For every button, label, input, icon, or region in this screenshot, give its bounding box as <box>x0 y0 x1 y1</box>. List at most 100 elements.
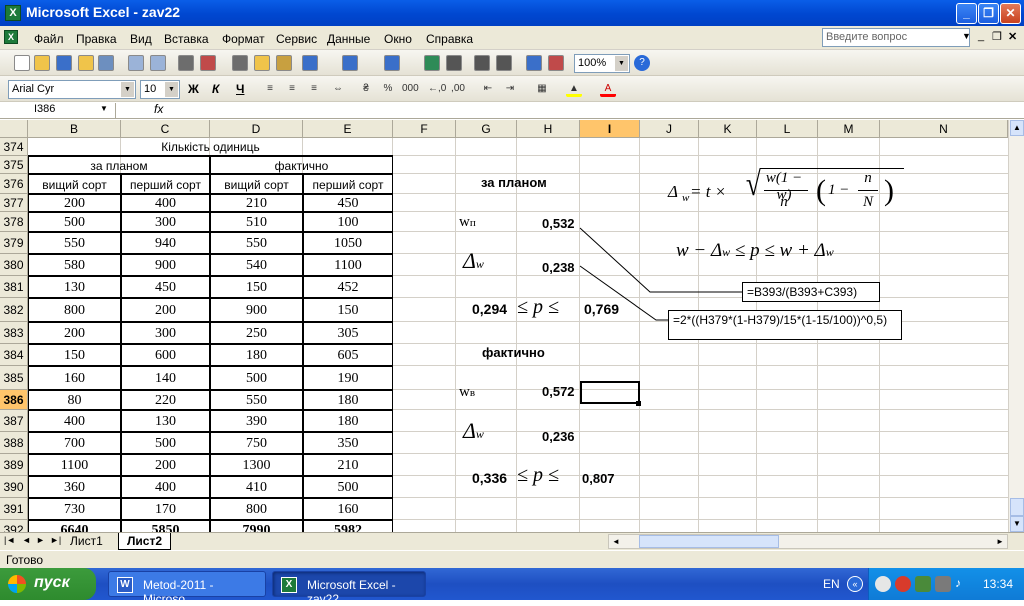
table-cell[interactable]: 220 <box>121 390 210 410</box>
minimize-button[interactable]: _ <box>956 3 977 24</box>
email-icon[interactable] <box>98 55 114 71</box>
table-cell[interactable]: 550 <box>28 232 121 254</box>
decrease-decimal-icon[interactable]: ,00 <box>450 81 466 97</box>
row-header-375[interactable]: 375 <box>0 156 28 174</box>
hscroll-thumb[interactable] <box>639 535 779 548</box>
doc-close-button[interactable]: ✕ <box>1008 30 1017 43</box>
table-cell[interactable]: 210 <box>210 194 303 212</box>
table-cell[interactable]: 180 <box>303 390 393 410</box>
sort-asc-icon[interactable] <box>474 55 490 71</box>
scroll-up-icon[interactable]: ▲ <box>1010 120 1024 136</box>
research-icon[interactable] <box>200 55 216 71</box>
merge-center-icon[interactable]: ⇔ <box>330 81 346 97</box>
column-header-J[interactable]: J <box>640 120 699 138</box>
table-total-cell[interactable]: 5982 <box>303 520 393 532</box>
sheet-tab-2[interactable]: Лист2 <box>118 533 172 550</box>
open-icon[interactable] <box>34 55 50 71</box>
menu-item-1[interactable]: Правка <box>76 32 117 46</box>
delta-fact-value[interactable]: 0,236 <box>542 429 575 444</box>
upper-plan-value[interactable]: 0,769 <box>584 301 619 317</box>
table-cell[interactable]: 80 <box>28 390 121 410</box>
row-header-389[interactable]: 389 <box>0 454 28 476</box>
start-button[interactable]: пуск <box>0 568 96 600</box>
workbook-icon[interactable]: X <box>4 30 18 44</box>
row-header-384[interactable]: 384 <box>0 344 28 366</box>
font-size-select[interactable]: 10 ▼ <box>140 80 180 99</box>
column-header-I[interactable]: I <box>580 120 640 138</box>
lower-plan-value[interactable]: 0,294 <box>472 301 507 317</box>
row-header-383[interactable]: 383 <box>0 322 28 344</box>
save-icon[interactable] <box>56 55 72 71</box>
menu-item-5[interactable]: Сервис <box>276 32 317 46</box>
row-header-382[interactable]: 382 <box>0 298 28 322</box>
table-cell[interactable]: 540 <box>210 254 303 276</box>
table-cell[interactable]: 360 <box>28 476 121 498</box>
font-color-icon[interactable]: A <box>600 81 616 97</box>
table-cell[interactable]: 190 <box>303 366 393 390</box>
w-plan-value[interactable]: 0,532 <box>542 216 575 231</box>
table-cell[interactable]: 140 <box>121 366 210 390</box>
table-cell[interactable]: 500 <box>303 476 393 498</box>
undo-icon[interactable] <box>342 55 358 71</box>
name-box[interactable]: I386 <box>0 103 116 118</box>
table-cell[interactable]: 550 <box>210 390 303 410</box>
help-dropdown-icon[interactable]: ▼ <box>962 31 971 41</box>
table-cell[interactable]: 510 <box>210 212 303 232</box>
table-cell[interactable]: 450 <box>121 276 210 298</box>
italic-button[interactable]: К <box>212 82 219 96</box>
fill-color-icon[interactable]: ▲ <box>566 81 582 97</box>
table-cell[interactable]: 730 <box>28 498 121 520</box>
horizontal-scrollbar[interactable]: ◄ ► <box>608 534 1008 549</box>
menu-item-7[interactable]: Окно <box>384 32 412 46</box>
format-painter-icon[interactable] <box>302 55 318 71</box>
table-cell[interactable]: 180 <box>210 344 303 366</box>
table-cell[interactable]: 1050 <box>303 232 393 254</box>
decrease-indent-icon[interactable]: ⇤ <box>480 81 496 97</box>
increase-decimal-icon[interactable]: ←,0 <box>428 81 446 97</box>
table-cell[interactable]: 130 <box>121 410 210 432</box>
scroll-right-icon[interactable]: ► <box>993 535 1007 548</box>
help-icon[interactable]: ? <box>634 55 650 71</box>
scroll-down-icon[interactable]: ▼ <box>1010 516 1024 532</box>
sheet-tab-1[interactable]: Лист1 <box>70 534 103 548</box>
tray-app-icon-3[interactable] <box>915 576 931 592</box>
table-cell[interactable]: 580 <box>28 254 121 276</box>
increase-indent-icon[interactable]: ⇥ <box>502 81 518 97</box>
table-cell[interactable]: 940 <box>121 232 210 254</box>
percent-icon[interactable]: % <box>380 81 396 97</box>
table-cell[interactable]: 400 <box>121 194 210 212</box>
lower-fact-value[interactable]: 0,336 <box>472 470 507 486</box>
excel-app-icon[interactable]: X <box>5 5 21 21</box>
spelling-icon[interactable] <box>178 55 194 71</box>
table-cell[interactable]: 100 <box>303 212 393 232</box>
doc-minimize-button[interactable]: _ <box>978 30 984 42</box>
row-header-381[interactable]: 381 <box>0 276 28 298</box>
table-cell[interactable]: 500 <box>121 432 210 454</box>
paste-icon[interactable] <box>276 55 292 71</box>
prev-sheet-icon[interactable]: ◄ <box>22 535 31 545</box>
table-cell[interactable]: 1100 <box>303 254 393 276</box>
table-cell[interactable]: 500 <box>210 366 303 390</box>
permission-icon[interactable] <box>78 55 94 71</box>
menu-item-4[interactable]: Формат <box>222 32 265 46</box>
delta-plan-value[interactable]: 0,238 <box>542 260 575 275</box>
row-header-376[interactable]: 376 <box>0 174 28 194</box>
menu-item-0[interactable]: Файл <box>34 32 64 46</box>
table-cell[interactable]: 390 <box>210 410 303 432</box>
tray-app-icon-4[interactable] <box>935 576 951 592</box>
table-cell[interactable]: 1300 <box>210 454 303 476</box>
column-header-L[interactable]: L <box>757 120 818 138</box>
hyperlink-icon[interactable] <box>424 55 440 71</box>
table-total-cell[interactable]: 5850 <box>121 520 210 532</box>
worksheet-grid[interactable]: B C D E F G H I J K L M N 374 375 376 377 378 379 380 381 382… <box>0 120 1008 532</box>
table-cell[interactable]: 700 <box>28 432 121 454</box>
table-cell[interactable]: 452 <box>303 276 393 298</box>
align-center-icon[interactable]: ≡ <box>284 81 300 97</box>
help-question-input[interactable]: Введите вопрос <box>822 28 970 47</box>
row-header-380[interactable]: 380 <box>0 254 28 276</box>
restore-button[interactable]: ❐ <box>978 3 999 24</box>
chart-wizard-icon[interactable] <box>526 55 542 71</box>
menu-item-2[interactable]: Вид <box>130 32 152 46</box>
menu-item-6[interactable]: Данные <box>327 32 370 46</box>
underline-button[interactable]: Ч <box>236 82 244 96</box>
